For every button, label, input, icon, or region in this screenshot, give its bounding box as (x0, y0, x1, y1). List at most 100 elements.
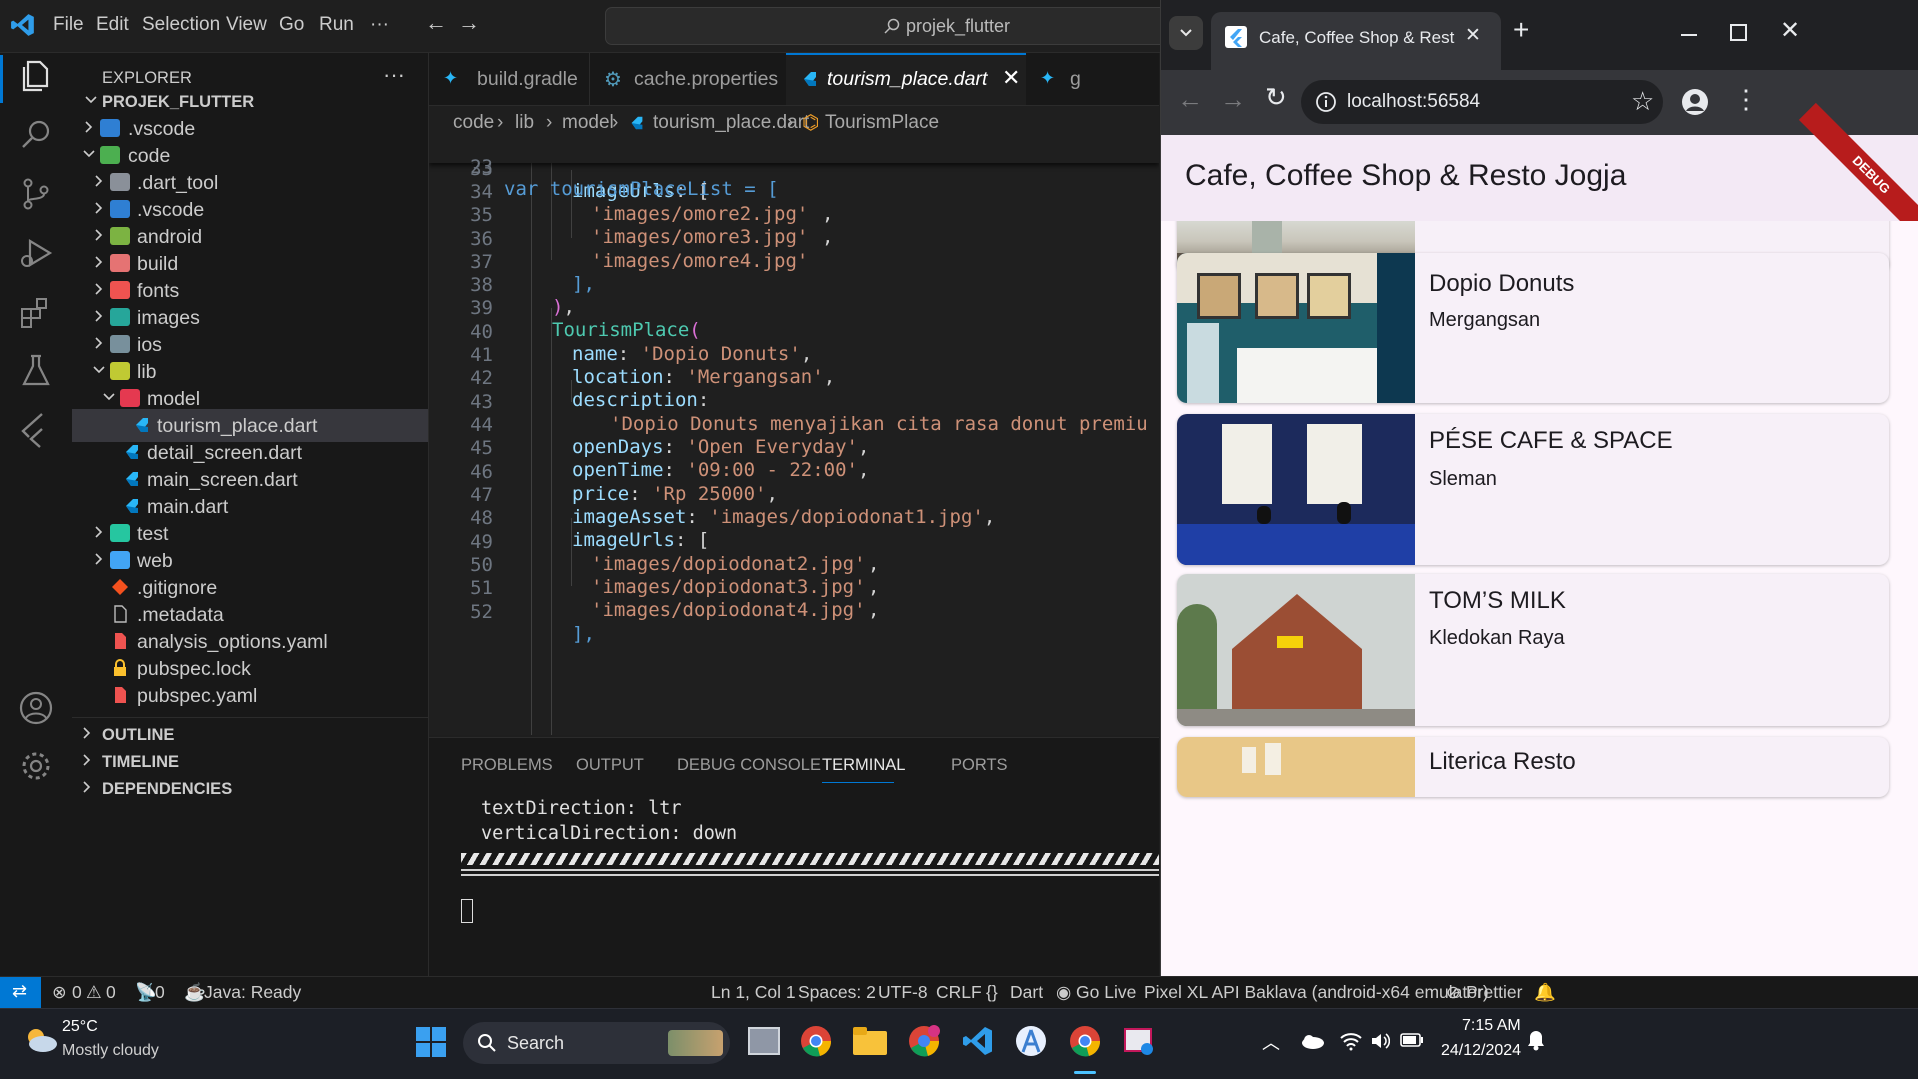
tab-ports[interactable]: PORTS (951, 756, 1008, 775)
breadcrumb-code[interactable]: code (453, 112, 494, 134)
folder-model-icon (120, 389, 140, 407)
notifications-bell-icon[interactable]: 🔔 (1534, 982, 1556, 1003)
place-list[interactable]: Dopio Donuts Mergangsan PÉSE CAFE & SPAC… (1161, 221, 1918, 976)
onedrive-cloud-icon[interactable] (1300, 1033, 1324, 1049)
menu-go[interactable]: Go (279, 14, 304, 36)
snipping-tool-icon[interactable] (1123, 1025, 1155, 1057)
search-icon[interactable] (16, 115, 56, 155)
breadcrumb-model[interactable]: model (562, 112, 614, 134)
line-ending[interactable]: CRLF (936, 982, 982, 1003)
file-explorer-icon[interactable] (853, 1027, 887, 1055)
ports-icon[interactable]: 📡 (135, 982, 157, 1003)
bookmark-star-icon[interactable]: ☆ (1631, 86, 1654, 117)
encoding[interactable]: UTF-8 (878, 982, 928, 1003)
vscode-icon[interactable] (962, 1025, 994, 1057)
warnings-count[interactable]: 0 (106, 982, 116, 1003)
errors-icon[interactable]: ⊗ (52, 982, 67, 1003)
tray-chevron-up-icon[interactable]: ︿ (1262, 1029, 1280, 1055)
clock-date[interactable]: 24/12/2024 (1441, 1042, 1521, 1060)
profile-icon[interactable] (1681, 88, 1709, 116)
flutter-icon[interactable] (16, 409, 56, 449)
breadcrumb-class[interactable]: TourismPlace (825, 112, 939, 134)
taskbar-search[interactable]: Search (463, 1022, 730, 1064)
menu-view[interactable]: View (226, 14, 267, 36)
place-card[interactable]: PÉSE CAFE & SPACE Sleman (1177, 414, 1889, 565)
chevron-right-icon (83, 781, 91, 793)
task-view-icon[interactable] (748, 1027, 780, 1055)
notification-bell-icon[interactable] (1526, 1029, 1546, 1051)
explorer-icon[interactable] (16, 56, 56, 96)
place-image (1177, 737, 1415, 797)
menu-selection[interactable]: Selection (142, 14, 220, 36)
errors-count[interactable]: 0 (72, 982, 82, 1003)
go-live[interactable]: Go Live (1076, 982, 1136, 1003)
breadcrumb-lib[interactable]: lib (515, 112, 534, 134)
nav-forward-icon[interactable]: → (458, 10, 480, 36)
tree-label: lib (137, 361, 157, 383)
extensions-icon[interactable] (16, 293, 56, 333)
run-debug-icon[interactable] (16, 233, 56, 273)
back-icon[interactable]: ← (1177, 84, 1203, 115)
menu-run[interactable]: Run (319, 14, 354, 36)
chrome-active-icon[interactable] (1069, 1025, 1101, 1057)
indentation[interactable]: Spaces: 2 (798, 982, 876, 1003)
cursor-position[interactable]: Ln 1, Col 1 (711, 982, 796, 1003)
chrome-icon[interactable] (800, 1025, 832, 1057)
place-card[interactable]: Dopio Donuts Mergangsan (1177, 253, 1889, 403)
weather-temp[interactable]: 25°C (62, 1018, 98, 1036)
volume-icon[interactable] (1370, 1031, 1390, 1051)
menu-file[interactable]: File (53, 14, 84, 36)
chrome-profile-icon[interactable] (908, 1025, 940, 1057)
nav-back-icon[interactable]: ← (425, 10, 447, 36)
tab-search-button[interactable] (1169, 16, 1203, 50)
accounts-icon[interactable] (16, 688, 56, 728)
menu-edit[interactable]: Edit (96, 14, 129, 36)
tab-overflow[interactable]: ✦ g (1026, 53, 1159, 105)
menu-more[interactable]: ··· (370, 14, 389, 36)
close-icon[interactable]: ✕ (1465, 24, 1481, 47)
info-icon[interactable] (1315, 91, 1337, 113)
source-control-icon[interactable] (16, 174, 56, 214)
tab-build-gradle[interactable]: ✦ build.gradle (429, 53, 589, 105)
clock-time[interactable]: 7:15 AM (1462, 1017, 1521, 1035)
sticky-scroll-line[interactable]: 23 var tourismPlaceList = [ (429, 140, 1159, 200)
code-editor[interactable]: 23 var tourismPlaceList = [ 33 imageUrls… (429, 140, 1159, 735)
tab-cache-properties[interactable]: ⚙ cache.properties (589, 53, 786, 105)
tab-terminal[interactable]: TERMINAL (822, 756, 905, 775)
ports-count[interactable]: 0 (155, 982, 165, 1003)
terminal-cursor[interactable] (461, 899, 473, 923)
language-mode[interactable]: Dart (1010, 982, 1043, 1003)
close-icon[interactable]: ✕ (1002, 65, 1020, 91)
tab-output[interactable]: OUTPUT (576, 756, 644, 775)
forward-icon[interactable]: → (1220, 84, 1246, 115)
battery-icon[interactable] (1400, 1033, 1424, 1047)
browser-tab[interactable]: Cafe, Coffee Shop & Resto Jogja ✕ (1211, 12, 1501, 70)
window-close-icon[interactable]: ✕ (1780, 16, 1800, 45)
address-bar[interactable]: localhost:56584 ☆ (1301, 80, 1663, 124)
tree-item-pubspec-yaml[interactable]: pubspec.yaml (72, 679, 428, 712)
prettier[interactable]: Prettier (1466, 982, 1522, 1003)
place-card[interactable]: TOM’S MILK Kledokan Raya (1177, 574, 1889, 726)
wifi-icon[interactable] (1340, 1031, 1362, 1051)
menu-kebab-icon[interactable]: ⋮ (1733, 84, 1759, 115)
minimize-icon[interactable] (1681, 34, 1697, 36)
place-card[interactable]: Literica Resto (1177, 737, 1889, 797)
reload-icon[interactable]: ↻ (1265, 82, 1287, 113)
settings-gear-icon[interactable] (16, 746, 56, 786)
android-studio-icon[interactable] (1015, 1025, 1047, 1057)
java-status[interactable]: Java: Ready (204, 982, 301, 1003)
testing-icon[interactable] (16, 351, 56, 391)
warnings-icon[interactable]: ⚠ (86, 982, 102, 1003)
remote-button[interactable]: ⇄ (0, 977, 41, 1009)
command-center-search[interactable]: projek_flutter (605, 7, 1167, 45)
tab-problems[interactable]: PROBLEMS (461, 756, 553, 775)
device-selector[interactable]: Pixel XL API Baklava (android-x64 emulat… (1144, 982, 1489, 1003)
maximize-icon[interactable] (1730, 24, 1747, 41)
tab-debug-console[interactable]: DEBUG CONSOLE (677, 756, 821, 775)
section-dependencies[interactable]: DEPENDENCIES (72, 772, 428, 805)
new-tab-icon[interactable]: + (1513, 14, 1529, 46)
windows-start-icon[interactable] (416, 1027, 446, 1057)
tab-tourism-place-dart[interactable]: tourism_place.dart ✕ (786, 53, 1026, 105)
weather-desc[interactable]: Mostly cloudy (62, 1042, 159, 1060)
breadcrumb-file[interactable]: tourism_place.dart (653, 112, 809, 134)
